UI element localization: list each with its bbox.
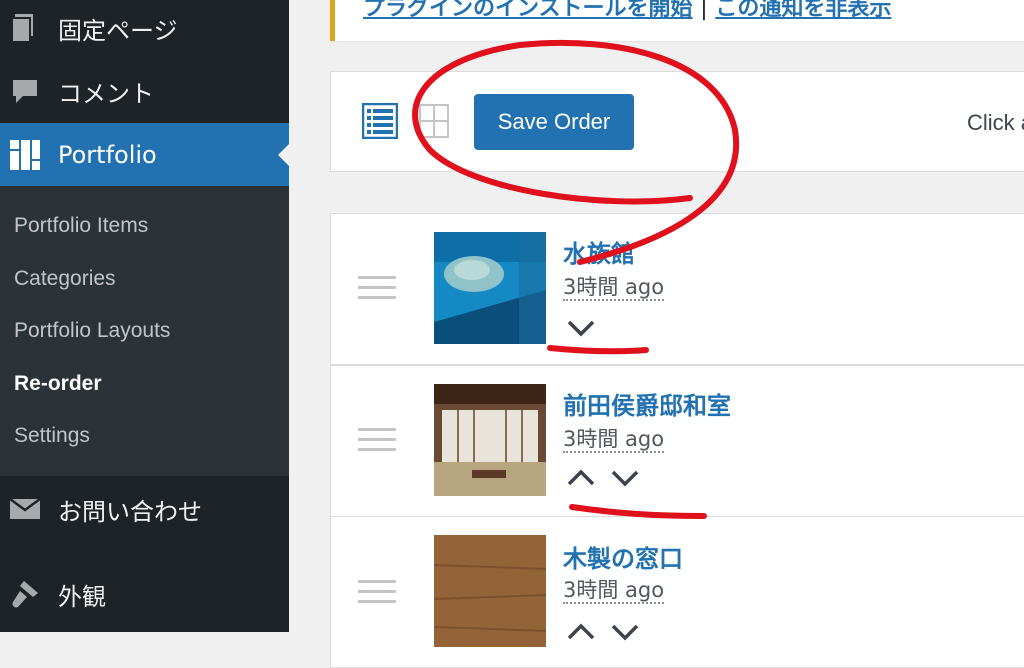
submenu-categories[interactable]: Categories (14, 267, 116, 291)
drag-handle-icon[interactable] (358, 276, 396, 300)
dismiss-notice-link[interactable]: この通知を非表示 (715, 0, 891, 21)
item-thumbnail (433, 535, 547, 647)
notice-separator: | (700, 0, 708, 21)
menu-label-portfolio: Portfolio (58, 140, 157, 169)
menu-label-pages: 固定ページ (58, 16, 178, 45)
drag-handle-icon[interactable] (358, 580, 396, 604)
menu-item-comments[interactable]: コメント (0, 60, 289, 122)
list-item[interactable]: 前田侯爵邸和室 3時間 ago (330, 365, 1024, 517)
pages-icon (10, 13, 40, 43)
item-title[interactable]: 水族館 (563, 234, 635, 269)
list-item[interactable]: 木製の窓口 3時間 ago (330, 516, 1024, 668)
comment-icon (10, 76, 40, 106)
menu-label-contact: お問い合わせ (58, 497, 202, 526)
menu-label-comments: コメント (58, 79, 154, 108)
item-thumbnail (434, 384, 546, 496)
reorder-toolbar: Save Order Click a (330, 71, 1024, 172)
item-time: 3時間 ago (563, 427, 665, 453)
grid-view-icon[interactable] (419, 104, 449, 138)
notice-links: プラグインのインストールを開始 | この通知を非表示 (363, 0, 891, 22)
submenu-settings[interactable]: Settings (14, 424, 90, 448)
menu-item-appearance[interactable]: 外観 (0, 563, 289, 625)
item-time: 3時間 ago (563, 578, 665, 604)
submenu-portfolio-layouts[interactable]: Portfolio Layouts (14, 319, 170, 343)
current-menu-arrow (278, 143, 289, 166)
item-title[interactable]: 木製の窓口 (563, 539, 683, 574)
move-down-icon[interactable] (610, 621, 640, 643)
menu-item-contact[interactable]: お問い合わせ (0, 478, 289, 540)
move-up-icon[interactable] (566, 467, 596, 489)
item-thumbnail (434, 232, 546, 344)
item-title[interactable]: 前田侯爵邸和室 (563, 386, 731, 421)
menu-label-appearance: 外観 (58, 582, 106, 611)
save-order-button[interactable]: Save Order (474, 94, 634, 150)
menu-item-pages[interactable]: 固定ページ (0, 0, 289, 56)
admin-sidebar: 固定ページ コメント Portfolio Portfolio Items Cat… (0, 0, 289, 632)
item-time: 3時間 ago (563, 275, 665, 301)
menu-item-portfolio[interactable]: Portfolio (0, 123, 289, 186)
portfolio-icon (10, 139, 40, 170)
install-plugins-link[interactable]: プラグインのインストールを開始 (363, 0, 693, 21)
move-up-icon[interactable] (566, 621, 596, 643)
list-view-icon[interactable] (361, 102, 399, 140)
move-down-icon[interactable] (610, 467, 640, 489)
mail-icon (10, 494, 40, 524)
list-item[interactable]: 水族館 3時間 ago (330, 213, 1024, 365)
admin-notice: プラグインのインストールを開始 | この通知を非表示 (330, 0, 1024, 41)
paintbrush-icon (10, 579, 40, 609)
move-down-icon[interactable] (566, 317, 596, 339)
submenu-portfolio-items[interactable]: Portfolio Items (14, 214, 148, 238)
drag-handle-icon[interactable] (358, 428, 396, 452)
portfolio-submenu: Portfolio Items Categories Portfolio Lay… (0, 186, 289, 476)
instruction-text: Click a (967, 110, 1024, 135)
submenu-reorder[interactable]: Re-order (14, 372, 102, 396)
